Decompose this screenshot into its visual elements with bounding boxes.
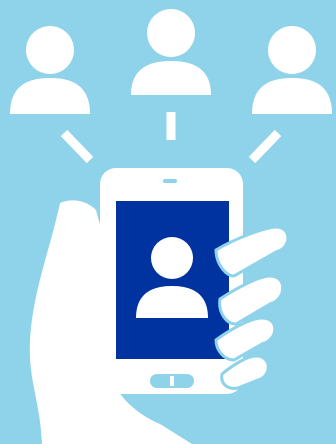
smartphone [100,168,243,394]
illustration-svg [0,0,336,444]
contact-sharing-illustration [0,0,336,444]
phone-screen [116,201,229,359]
